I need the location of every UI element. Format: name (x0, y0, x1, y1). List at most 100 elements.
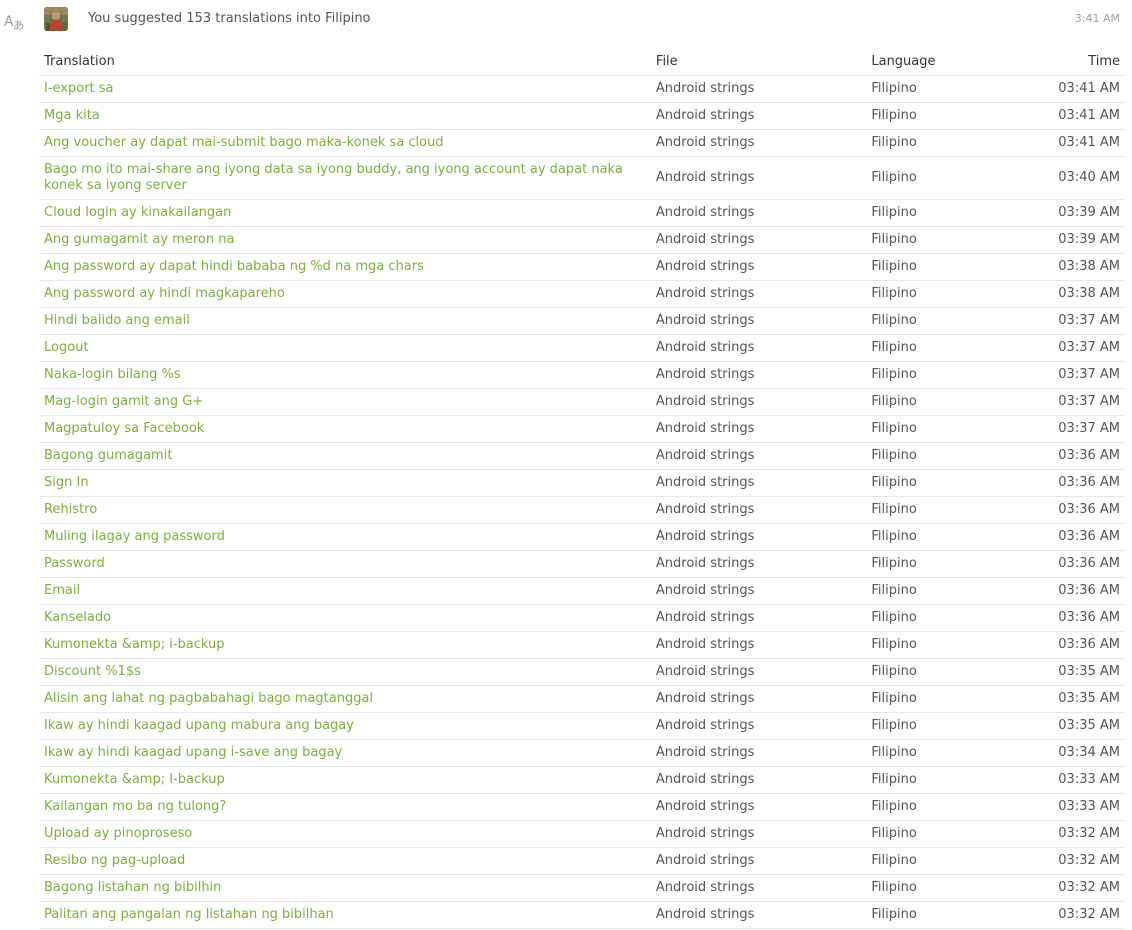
translation-link[interactable]: Upload ay pinoproseso (44, 826, 192, 841)
language-cell: Filipino (866, 156, 1016, 200)
translation-link[interactable]: Cloud login ay kinakailangan (44, 205, 231, 220)
translation-link[interactable]: Ikaw ay hindi kaagad upang mabura ang ba… (44, 718, 354, 733)
time-cell: 03:32 AM (1015, 847, 1125, 875)
translation-link[interactable]: Sign In (44, 475, 89, 490)
table-row: Sign In Android strings Filipino 03:36 AM (39, 469, 1125, 497)
activity-timestamp: 3:41 AM (1074, 12, 1120, 25)
language-cell: Filipino (866, 523, 1016, 551)
language-cell: Filipino (866, 874, 1016, 902)
file-cell: Android strings (650, 156, 867, 200)
translation-link[interactable]: Muling ilagay ang password (44, 529, 225, 544)
translation-link[interactable]: Alisin ang lahat ng pagbabahagi bago mag… (44, 691, 373, 706)
translation-cell: Password (39, 550, 651, 578)
translation-link[interactable]: Email (44, 583, 80, 598)
translation-link[interactable]: Magpatuloy sa Facebook (44, 421, 204, 436)
language-cell: Filipino (866, 361, 1016, 389)
translation-link[interactable]: Bagong listahan ng bibilhin (44, 880, 221, 895)
translation-link[interactable]: Hindi balido ang email (44, 313, 190, 328)
table-row: Hindi balido ang email Android strings Fil… (39, 307, 1125, 335)
table-row: Cloud login ay kinakailangan Android stri… (39, 199, 1125, 227)
table-row: Bagong listahan ng bibilhin Android strin… (39, 874, 1125, 902)
table-row: Ikaw ay hindi kaagad upang i-save ang ba… (39, 739, 1125, 767)
table-row: Kumonekta &amp; i-backup Android strings F… (39, 631, 1125, 659)
translation-cell: Cloud login ay kinakailangan (39, 199, 651, 227)
table-row: Ang gumagamit ay meron na Android strings… (39, 226, 1125, 254)
translation-link[interactable]: Bago mo ito mai-share ang iyong data sa … (44, 162, 623, 193)
time-cell: 03:38 AM (1015, 280, 1125, 308)
time-cell: 03:36 AM (1015, 442, 1125, 470)
translation-cell: Ikaw ay hindi kaagad upang mabura ang ba… (39, 712, 651, 740)
translation-link[interactable]: Rehistro (44, 502, 97, 517)
time-cell: 03:41 AM (1015, 102, 1125, 130)
file-cell: Android strings (650, 307, 867, 335)
translation-link[interactable]: Discount %1$s (44, 664, 141, 679)
translation-cell: Rehistro (39, 496, 651, 524)
translation-link[interactable]: Logout (44, 340, 89, 355)
language-cell: Filipino (866, 604, 1016, 632)
translation-link[interactable]: Ang gumagamit ay meron na (44, 232, 234, 247)
translation-cell: I-export sa (39, 75, 651, 103)
translation-link[interactable]: Ang password ay hindi magkapareho (44, 286, 285, 301)
table-row: Password Android strings Filipino 03:36 AM (39, 550, 1125, 578)
translation-cell: Email (39, 577, 651, 605)
file-cell: Android strings (650, 766, 867, 794)
language-cell: Filipino (866, 334, 1016, 362)
time-cell: 03:39 AM (1015, 226, 1125, 254)
file-cell: Android strings (650, 226, 867, 254)
user-avatar[interactable] (44, 7, 68, 31)
translation-link[interactable]: I-export sa (44, 81, 114, 96)
column-header-file: File (650, 48, 867, 76)
translation-link[interactable]: Resibo ng pag-upload (44, 853, 185, 868)
table-row: Muling ilagay ang password Android string… (39, 523, 1125, 551)
translation-link[interactable]: Kumonekta &amp; I-backup (44, 772, 225, 787)
time-cell: 03:36 AM (1015, 577, 1125, 605)
svg-text:あ: あ (13, 19, 24, 31)
translation-cell: Sign In (39, 469, 651, 497)
translation-link[interactable]: Password (44, 556, 105, 571)
table-row: Magpatuloy sa Facebook Android strings Fil… (39, 415, 1125, 443)
language-cell: Filipino (866, 631, 1016, 659)
translation-link[interactable]: Kanselado (44, 610, 111, 625)
translation-link[interactable]: Kailangan mo ba ng tulong? (44, 799, 226, 814)
table-row: Palitan ang pangalan ng listahan ng bibi… (39, 901, 1125, 929)
language-cell: Filipino (866, 820, 1016, 848)
table-row: Kumonekta &amp; I-backup Android strings F… (39, 766, 1125, 794)
language-cell: Filipino (866, 199, 1016, 227)
time-cell: 03:41 AM (1015, 75, 1125, 103)
translation-link[interactable]: Naka-login bilang %s (44, 367, 181, 382)
translation-link[interactable]: Kumonekta &amp; i-backup (44, 637, 225, 652)
language-cell: Filipino (866, 280, 1016, 308)
language-cell: Filipino (866, 253, 1016, 281)
language-cell: Filipino (866, 415, 1016, 443)
time-cell: 03:33 AM (1015, 766, 1125, 794)
language-cell: Filipino (866, 712, 1016, 740)
translation-link[interactable]: Palitan ang pangalan ng listahan ng bibi… (44, 907, 334, 922)
file-cell: Android strings (650, 847, 867, 875)
table-row: Ikaw ay hindi kaagad upang mabura ang ba… (39, 712, 1125, 740)
language-cell: Filipino (866, 307, 1016, 335)
translation-cell: Ang voucher ay dapat mai-submit bago mak… (39, 129, 651, 157)
table-row: Alisin ang lahat ng pagbabahagi bago mag… (39, 685, 1125, 713)
translation-link[interactable]: Bagong gumagamit (44, 448, 172, 463)
translation-link[interactable]: Mga kita (44, 108, 100, 123)
table-row: Email Android strings Filipino 03:36 AM (39, 577, 1125, 605)
file-cell: Android strings (650, 550, 867, 578)
translation-link[interactable]: Ang voucher ay dapat mai-submit bago mak… (44, 135, 444, 150)
translation-link[interactable]: Mag-login gamit ang G+ (44, 394, 203, 409)
translation-cell: Mag-login gamit ang G+ (39, 388, 651, 416)
time-cell: 03:32 AM (1015, 874, 1125, 902)
language-cell: Filipino (866, 496, 1016, 524)
translation-cell: Bago mo ito mai-share ang iyong data sa … (39, 156, 651, 200)
language-cell: Filipino (866, 793, 1016, 821)
time-cell: 03:33 AM (1015, 793, 1125, 821)
time-cell: 03:39 AM (1015, 199, 1125, 227)
time-cell: 03:35 AM (1015, 685, 1125, 713)
time-cell: 03:37 AM (1015, 415, 1125, 443)
table-row: Ang password ay dapat hindi bababa ng %d… (39, 253, 1125, 281)
file-cell: Android strings (650, 442, 867, 470)
language-cell: Filipino (866, 129, 1016, 157)
translation-link[interactable]: Ikaw ay hindi kaagad upang i-save ang ba… (44, 745, 342, 760)
translation-cell: Muling ilagay ang password (39, 523, 651, 551)
time-cell: 03:36 AM (1015, 604, 1125, 632)
translation-link[interactable]: Ang password ay dapat hindi bababa ng %d… (44, 259, 424, 274)
